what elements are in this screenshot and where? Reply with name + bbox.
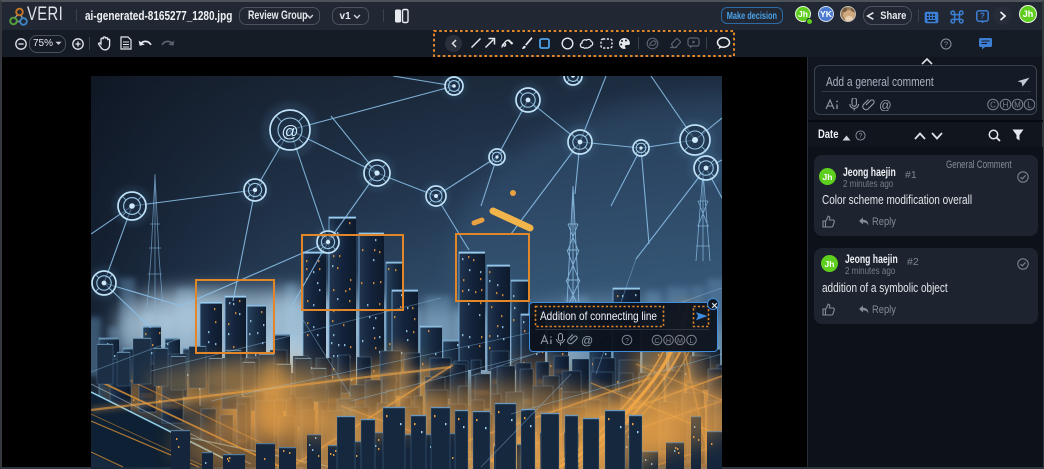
svg-text:C: C — [654, 336, 659, 345]
svg-text:@: @ — [281, 122, 298, 141]
svg-text:?: ? — [859, 133, 863, 140]
svg-text:M: M — [677, 336, 683, 345]
svg-text:@: @ — [581, 334, 593, 348]
svg-text:M: M — [1014, 101, 1021, 110]
svg-text:H: H — [1003, 101, 1009, 110]
svg-text:?: ? — [980, 12, 985, 21]
svg-text:L: L — [1027, 101, 1032, 110]
svg-text:?: ? — [625, 336, 629, 345]
svg-text:C: C — [990, 101, 996, 110]
svg-text:L: L — [690, 336, 694, 345]
svg-text:@: @ — [879, 99, 892, 112]
svg-text:?: ? — [944, 40, 948, 49]
svg-text:H: H — [666, 336, 671, 345]
